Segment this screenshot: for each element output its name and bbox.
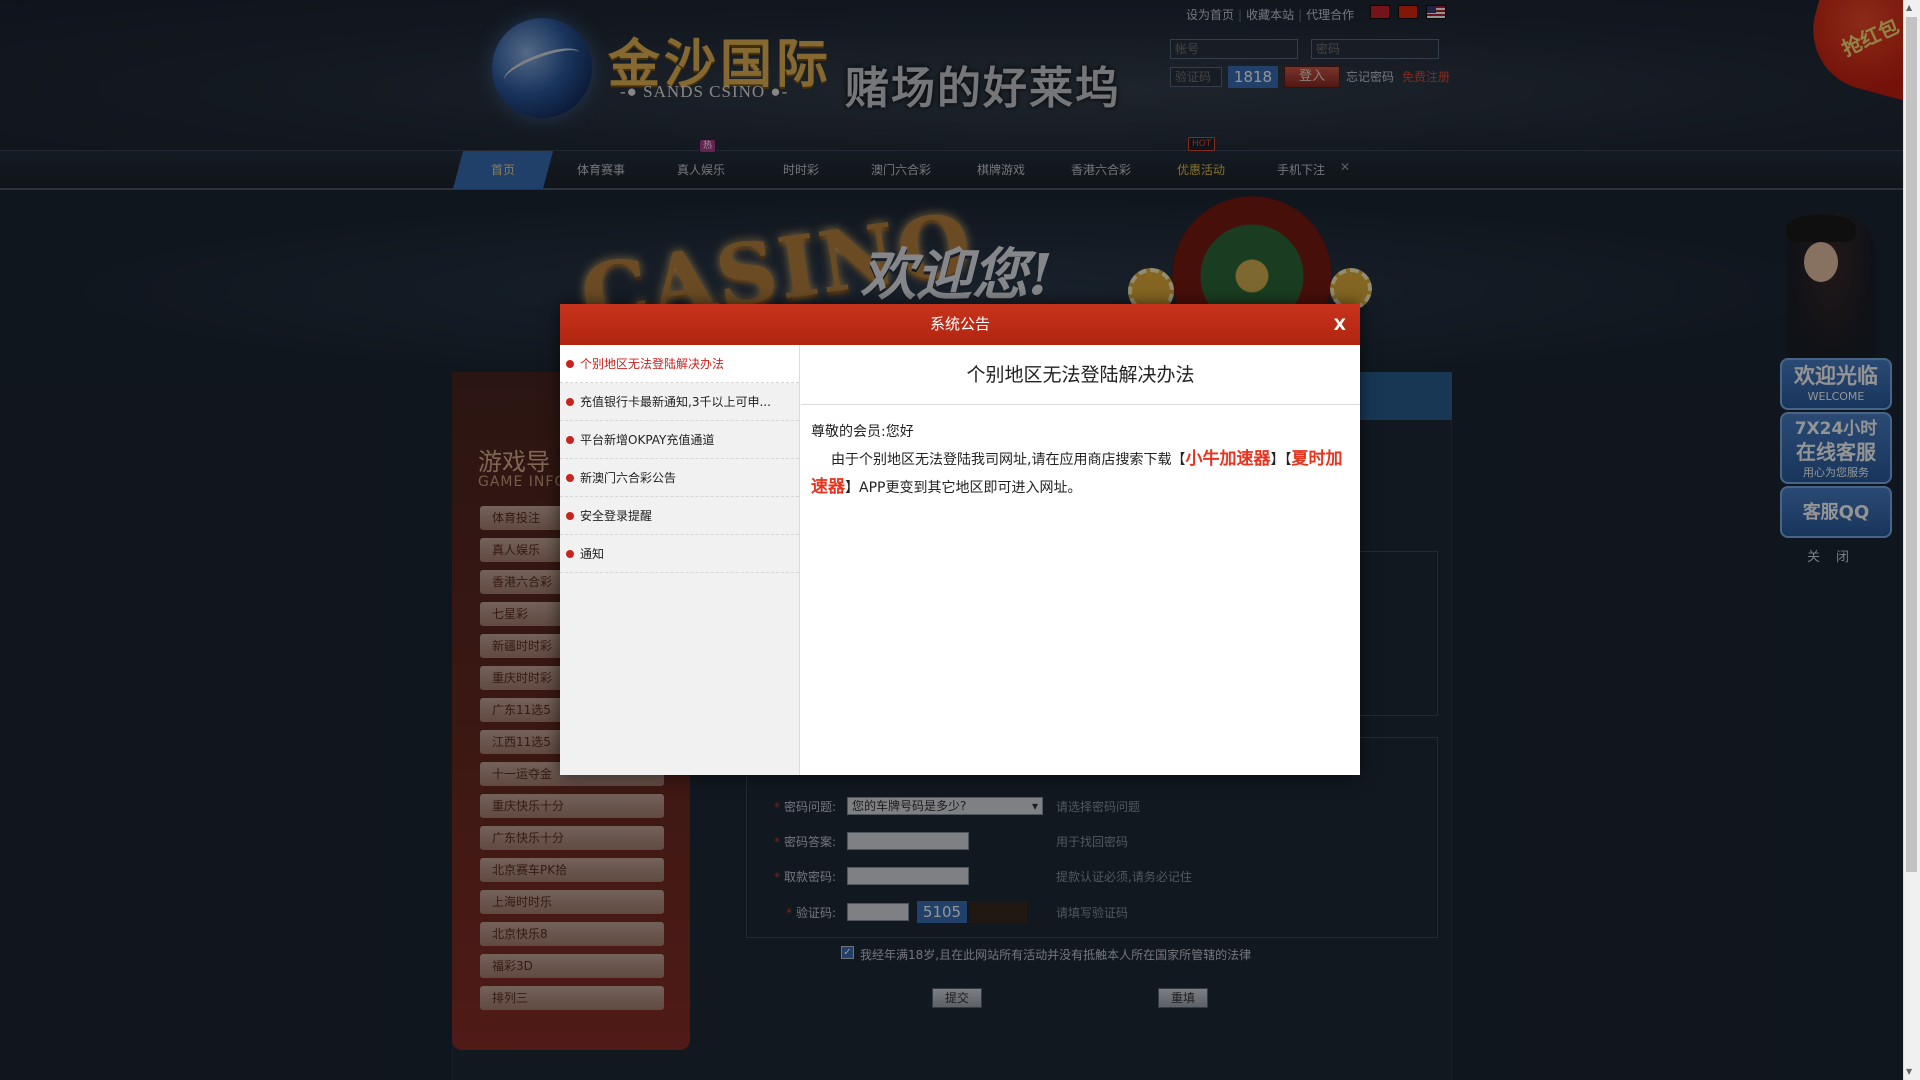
- modal-close-button[interactable]: X: [1334, 304, 1346, 345]
- notice-item[interactable]: 个别地区无法登陆解决办法: [560, 345, 799, 383]
- notice-item[interactable]: 新澳门六合彩公告: [560, 459, 799, 497]
- notice-content: 个别地区无法登陆解决办法 尊敬的会员:您好 由于个别地区无法登陆我司网址,请在应…: [801, 345, 1360, 775]
- scroll-up-icon[interactable]: ▲: [1906, 3, 1912, 12]
- notice-title: 个别地区无法登陆解决办法: [801, 345, 1360, 405]
- notice-highlight: 小牛加速器: [1185, 449, 1271, 469]
- notice-paragraph: 由于个别地区无法登陆我司网址,请在应用商店搜索下载【小牛加速器】【夏时加速器】A…: [811, 449, 1343, 497]
- scroll-down-icon[interactable]: ▼: [1906, 1067, 1912, 1076]
- modal-title: 系统公告: [929, 315, 990, 333]
- notice-body: 尊敬的会员:您好 由于个别地区无法登陆我司网址,请在应用商店搜索下载【小牛加速器…: [801, 405, 1360, 516]
- notice-item[interactable]: 安全登录提醒: [560, 497, 799, 535]
- modal-header: 系统公告 X: [560, 304, 1360, 345]
- notice-greeting: 尊敬的会员:您好: [811, 424, 914, 440]
- notice-item[interactable]: 充值银行卡最新通知,3千以上可申...: [560, 383, 799, 421]
- notice-item[interactable]: 通知: [560, 535, 799, 573]
- notice-list: 个别地区无法登陆解决办法 充值银行卡最新通知,3千以上可申... 平台新增OKP…: [560, 345, 800, 775]
- notice-item[interactable]: 平台新增OKPAY充值通道: [560, 421, 799, 459]
- announcement-modal: 系统公告 X 个别地区无法登陆解决办法 充值银行卡最新通知,3千以上可申... …: [560, 304, 1360, 775]
- scrollbar-thumb[interactable]: [1906, 17, 1917, 872]
